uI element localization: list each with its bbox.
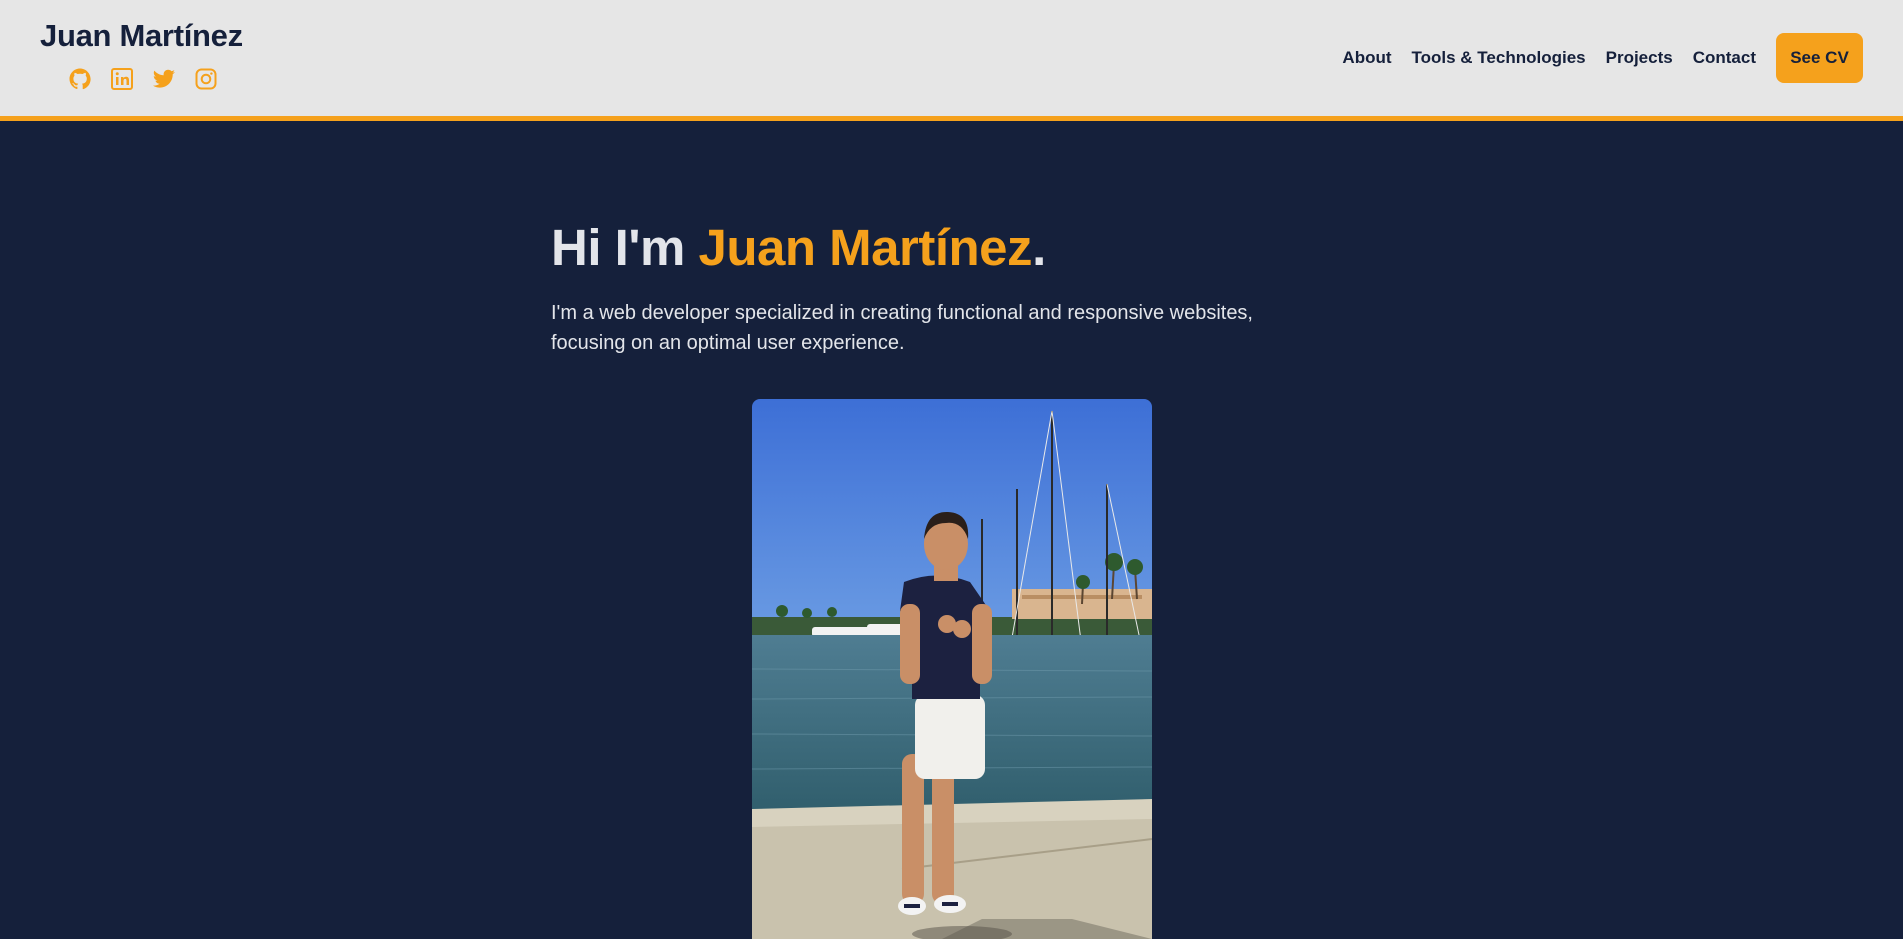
instagram-icon[interactable]: [194, 67, 218, 91]
site-brand[interactable]: Juan Martínez: [40, 18, 243, 54]
twitter-icon[interactable]: [152, 67, 176, 91]
hero-title: Hi I'm Juan Martínez.: [551, 218, 1046, 277]
hero-description: I'm a web developer specialized in creat…: [551, 302, 1253, 354]
hero-name: Juan Martínez: [698, 219, 1033, 276]
main-nav: About Tools & Technologies Projects Cont…: [1322, 33, 1863, 83]
see-cv-button[interactable]: See CV: [1776, 33, 1863, 83]
profile-photo: [752, 399, 1152, 939]
hero-period: .: [1032, 219, 1046, 276]
linkedin-icon[interactable]: [110, 67, 134, 91]
nav-about-link[interactable]: About: [1342, 48, 1391, 68]
nav-contact-link[interactable]: Contact: [1693, 48, 1756, 68]
site-header: Juan Martínez About Tools & Technologies…: [0, 0, 1903, 121]
hero-greeting: Hi I'm: [551, 219, 699, 276]
nav-tools-link[interactable]: Tools & Technologies: [1412, 48, 1586, 68]
social-links: [68, 67, 218, 91]
nav-projects-link[interactable]: Projects: [1606, 48, 1673, 68]
github-icon[interactable]: [68, 67, 92, 91]
